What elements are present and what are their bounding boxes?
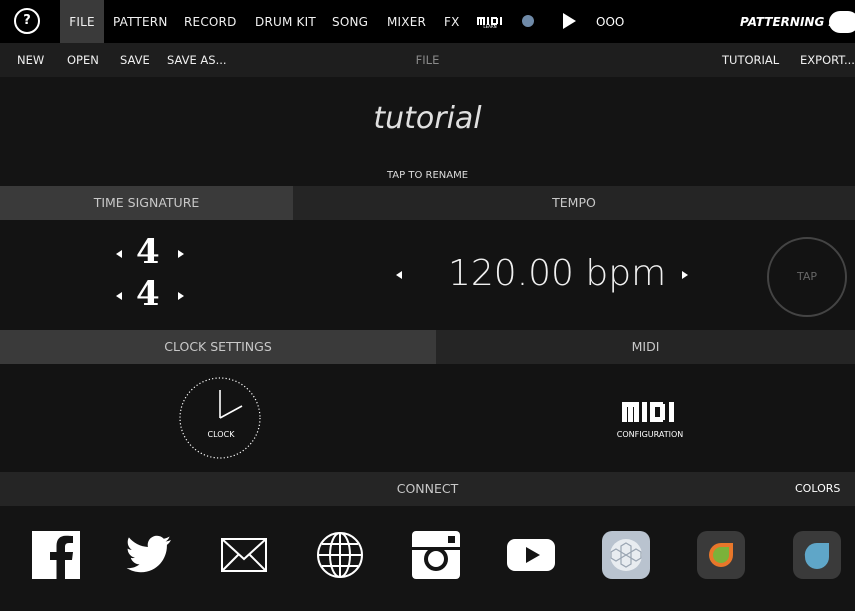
instagram-icon xyxy=(412,531,460,579)
tab-file[interactable]: FILE xyxy=(60,0,104,43)
play-icon[interactable] xyxy=(563,13,576,29)
tab-pattern[interactable]: PATTERN xyxy=(113,0,168,43)
tab-record[interactable]: RECORD xyxy=(184,0,237,43)
numerator-increase-icon[interactable] xyxy=(178,250,184,258)
rename-hint[interactable]: TAP TO RENAME xyxy=(0,170,855,181)
tap-tempo-button[interactable]: TAP xyxy=(767,237,847,317)
status-dot-icon[interactable] xyxy=(522,15,534,27)
time-sig-denominator: 4 xyxy=(136,274,160,314)
twitter-icon xyxy=(126,535,171,573)
clock-label: CLOCK xyxy=(207,430,235,439)
midi-header: MIDI xyxy=(436,330,855,364)
instagram-button[interactable] xyxy=(412,531,460,579)
app-name: PATTERNING 2 xyxy=(740,15,837,29)
app-link-button-2[interactable] xyxy=(697,531,745,579)
time-sig-numerator: 4 xyxy=(136,232,160,272)
globe-icon xyxy=(317,532,363,578)
honeycomb-app-icon xyxy=(602,531,650,579)
file-name[interactable]: tutorial xyxy=(0,101,855,136)
clock-settings-header: CLOCK SETTINGS xyxy=(0,330,436,364)
tab-fx[interactable]: FX xyxy=(444,0,460,43)
drop-app-icon xyxy=(793,531,841,579)
clock-settings-button[interactable] xyxy=(177,375,263,461)
connect-header: CONNECT xyxy=(0,472,855,506)
time-signature-header: TIME SIGNATURE xyxy=(0,186,293,220)
app-link-button-3[interactable] xyxy=(793,531,841,579)
facebook-button[interactable] xyxy=(32,531,80,579)
email-button[interactable] xyxy=(220,531,268,579)
twitter-button[interactable] xyxy=(125,531,173,579)
colors-button[interactable]: COLORS xyxy=(795,472,855,506)
tab-song[interactable]: SONG xyxy=(332,0,368,43)
numerator-decrease-icon[interactable] xyxy=(116,250,122,258)
help-button[interactable]: ? xyxy=(14,8,40,34)
tempo-header: TEMPO xyxy=(293,186,855,220)
export-button[interactable]: EXPORT... xyxy=(800,43,855,77)
midi-learn-label: LEARN xyxy=(483,24,497,29)
save-as-button[interactable]: SAVE AS... xyxy=(167,43,227,77)
clock-midi-panel xyxy=(0,364,855,472)
tutorial-button[interactable]: TUTORIAL xyxy=(722,43,779,77)
app-link-button-1[interactable] xyxy=(602,531,650,579)
app-toggle[interactable] xyxy=(829,11,855,33)
denominator-decrease-icon[interactable] xyxy=(116,292,122,300)
midi-logo-icon xyxy=(622,402,674,422)
top-nav-bar: ? FILE PATTERN RECORD DRUM KIT SONG MIXE… xyxy=(0,0,855,43)
tempo-increase-icon[interactable] xyxy=(682,271,688,279)
transport-label[interactable]: OOO xyxy=(596,0,624,45)
tempo-value[interactable]: 120.00 bpm xyxy=(448,253,666,294)
file-toolbar: FILE NEW OPEN SAVE SAVE AS... TUTORIAL E… xyxy=(0,43,855,77)
save-button[interactable]: SAVE xyxy=(120,43,150,77)
website-button[interactable] xyxy=(316,531,364,579)
midi-configuration-label: CONFIGURATION xyxy=(616,430,684,439)
midi-configuration-button[interactable] xyxy=(622,402,678,430)
denominator-increase-icon[interactable] xyxy=(178,292,184,300)
clock-icon xyxy=(179,377,261,459)
youtube-icon xyxy=(507,539,555,571)
tempo-decrease-icon[interactable] xyxy=(396,271,402,279)
tab-drum-kit[interactable]: DRUM KIT xyxy=(255,0,316,43)
tab-mixer[interactable]: MIXER xyxy=(387,0,426,43)
new-button[interactable]: NEW xyxy=(17,43,44,77)
leaf-app-icon xyxy=(697,531,745,579)
facebook-icon xyxy=(32,531,80,579)
file-name-area: tutorial TAP TO RENAME xyxy=(0,77,855,186)
open-button[interactable]: OPEN xyxy=(67,43,99,77)
youtube-button[interactable] xyxy=(507,531,555,579)
midi-learn-button[interactable]: LEARN xyxy=(477,14,503,33)
mail-icon xyxy=(221,538,267,572)
tempo-panel xyxy=(0,220,855,330)
